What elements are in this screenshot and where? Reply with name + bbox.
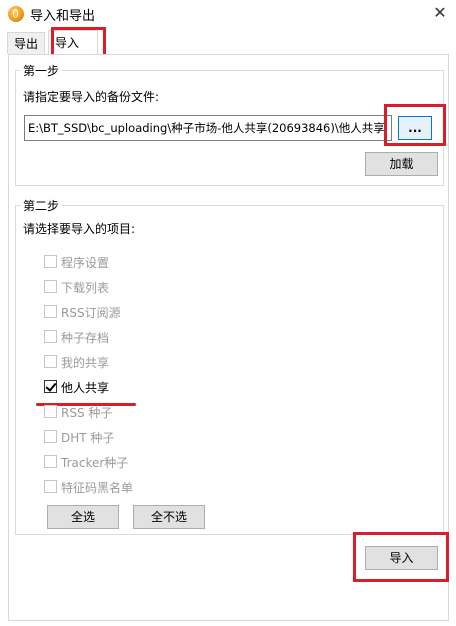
title-bar: 导入和导出 ✕ bbox=[0, 0, 456, 28]
window-title: 导入和导出 bbox=[30, 9, 96, 24]
checkbox-box[interactable] bbox=[44, 480, 57, 493]
step2-title: 第二步 bbox=[20, 197, 63, 214]
checkbox-label: RSS订阅源 bbox=[61, 306, 121, 320]
checkbox-box[interactable] bbox=[44, 330, 57, 343]
step1-title: 第一步 bbox=[20, 62, 63, 79]
tab-export[interactable]: 导出 bbox=[7, 32, 45, 54]
step2-prompt: 请选择要导入的项目: bbox=[23, 222, 136, 236]
checkbox-box[interactable] bbox=[44, 355, 57, 368]
checkbox-box[interactable] bbox=[44, 430, 57, 443]
load-button[interactable]: 加载 bbox=[365, 152, 438, 176]
close-icon[interactable]: ✕ bbox=[426, 2, 454, 26]
checkbox-box[interactable] bbox=[44, 455, 57, 468]
select-none-button[interactable]: 全不选 bbox=[133, 505, 205, 529]
checkbox-label: RSS 种子 bbox=[61, 406, 113, 420]
checkbox-box[interactable] bbox=[44, 305, 57, 318]
backup-file-path-input[interactable]: E:\BT_SSD\bc_uploading\种子市场-他人共享(2069384… bbox=[24, 115, 392, 141]
checkbox-box[interactable] bbox=[44, 280, 57, 293]
checkbox-label: 种子存档 bbox=[61, 331, 110, 345]
checkbox-label: Tracker种子 bbox=[61, 456, 129, 470]
checkbox-label: 下载列表 bbox=[61, 281, 110, 295]
step1-prompt: 请指定要导入的备份文件: bbox=[23, 90, 160, 104]
checkbox-box[interactable] bbox=[44, 255, 57, 268]
checkbox-box[interactable] bbox=[44, 405, 57, 418]
checkbox-label: 他人共享 bbox=[61, 381, 110, 395]
checkbox-label: DHT 种子 bbox=[61, 431, 115, 445]
select-all-button[interactable]: 全选 bbox=[47, 505, 119, 529]
browse-highlight bbox=[384, 104, 446, 146]
checkbox-box-checked[interactable] bbox=[44, 380, 57, 393]
app-icon bbox=[8, 6, 24, 22]
checkbox-label: 我的共享 bbox=[61, 356, 110, 370]
checkbox-label: 程序设置 bbox=[61, 256, 110, 270]
import-button-highlight bbox=[353, 532, 449, 582]
checkbox-label: 特征码黑名单 bbox=[61, 481, 134, 495]
